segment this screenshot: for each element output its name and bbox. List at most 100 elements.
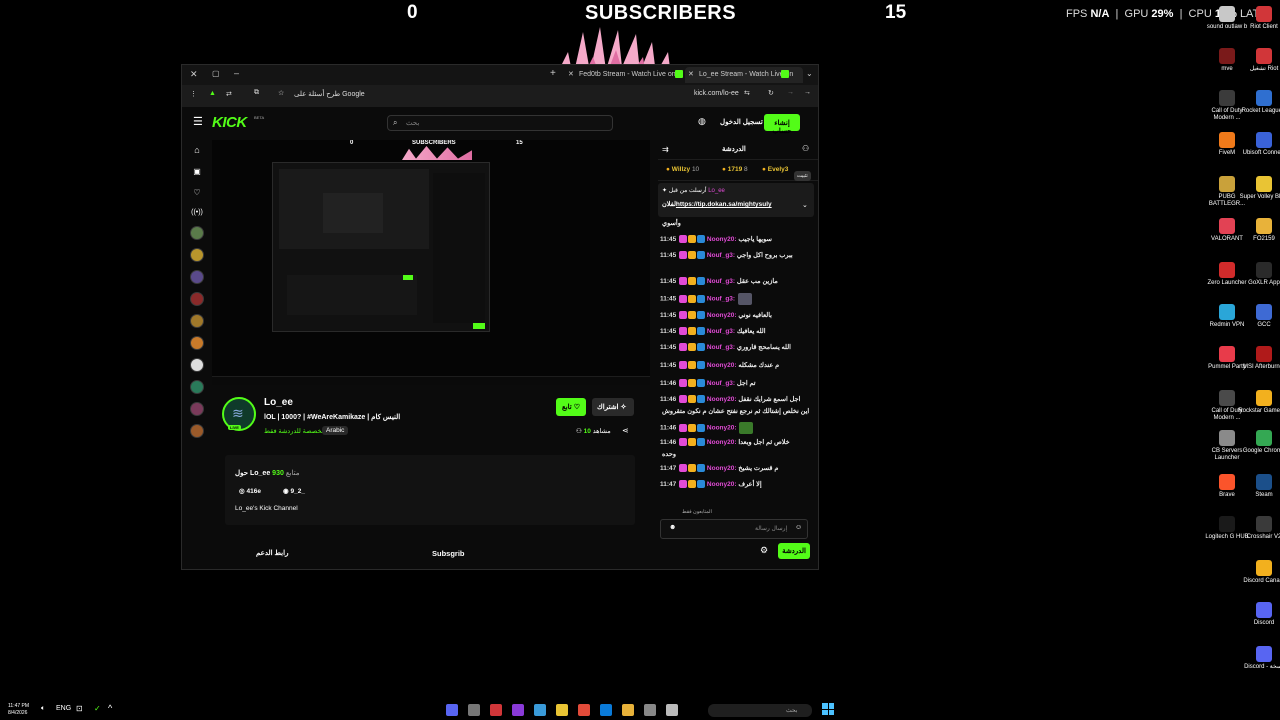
desktop-icon[interactable]: تشغيل Riot	[1238, 48, 1280, 73]
chat-message[interactable]: 11:45 Noony20: م عندك مشكله	[660, 361, 779, 370]
message-user[interactable]: Noony20:	[707, 481, 737, 488]
gifter-entry[interactable]: ● 1719 8	[722, 166, 748, 173]
subscribe-button[interactable]: اشتراك ✧	[592, 398, 634, 416]
pinned-message[interactable]: ✦ أرسلت من قبل Lo_ee لفلانhttps://tip.do…	[658, 171, 814, 217]
forward-icon[interactable]: →	[787, 89, 794, 96]
chat-message[interactable]: 11:46 Noony20:	[660, 422, 754, 434]
extensions-icon[interactable]: ⇄	[226, 90, 232, 98]
chat-users-icon[interactable]: ⚇	[802, 144, 809, 153]
chat-message[interactable]: 11:45 Nouf_g3: مازين مب عقل	[660, 277, 778, 286]
tab-1[interactable]: ✕ Fed0tb Stream - Watch Live on	[565, 68, 683, 82]
video-player[interactable]: 0 SUBSCRIBERS 15	[212, 140, 650, 385]
chat-message[interactable]: وأسوي	[660, 219, 681, 227]
avatar[interactable]	[190, 292, 204, 306]
avatar[interactable]	[190, 270, 204, 284]
desktop-icon[interactable]: MSI Afterburner	[1238, 346, 1280, 371]
gifter-entry[interactable]: ● Evely3	[762, 166, 788, 173]
kick-ext-icon[interactable]: ▲	[209, 90, 216, 97]
app-icon[interactable]	[666, 704, 678, 716]
app-icon[interactable]	[534, 704, 546, 716]
category-link[interactable]: مخصصة للدردشة فقط	[264, 427, 325, 435]
chat-message[interactable]: وحده	[660, 450, 676, 458]
tab-2-active[interactable]: ✕ Lo_ee Stream - Watch Live on	[685, 67, 803, 83]
emoji-icon[interactable]: ☻	[669, 524, 676, 531]
chat-message[interactable]: 11:47 Noony20: إلا أعرف	[660, 480, 762, 489]
chat-message[interactable]: 11:45 Noony20: بالعافيه نوني	[660, 311, 772, 320]
discord-icon[interactable]	[446, 704, 458, 716]
google-ask-button[interactable]: طرح أسئلة على Google	[294, 90, 365, 98]
taskbar-search[interactable]: بحث	[708, 704, 812, 717]
search-input[interactable]: ⌕ بحث	[387, 115, 613, 131]
globe-icon[interactable]: ◍	[698, 116, 706, 127]
message-user[interactable]: Nouf_g3:	[707, 296, 735, 303]
copy-icon[interactable]: ⧉	[254, 89, 259, 97]
chat-settings-gear-icon[interactable]: ⚙	[760, 545, 768, 556]
emote-icon[interactable]: ☺	[795, 524, 802, 531]
new-tab-icon[interactable]: +	[550, 68, 556, 79]
following-icon[interactable]: ♡	[186, 188, 208, 197]
bookmark-star-icon[interactable]: ☆	[278, 89, 284, 97]
avatar[interactable]	[190, 248, 204, 262]
message-user[interactable]: Noony20:	[707, 312, 737, 319]
avatar[interactable]	[190, 402, 204, 416]
message-user[interactable]: Nouf_g3:	[707, 278, 735, 285]
network-icon[interactable]: ⊡	[76, 704, 83, 713]
chat-message[interactable]: 11:46 Nouf_g3: تم اجل	[660, 379, 756, 388]
tune-icon[interactable]: ⇆	[744, 89, 750, 97]
chat-message[interactable]: 11:45 Nouf_g3: ببرب بروح اكل واجي	[660, 251, 793, 260]
home-icon[interactable]: ⌂	[186, 145, 208, 155]
chat-message[interactable]: 11:46 Noony20: اجل اسمع شرايك نقفل	[660, 395, 800, 404]
desktop-icon[interactable]: Google Chrome	[1238, 430, 1280, 455]
desktop-icon[interactable]: GoXLR App	[1238, 262, 1280, 287]
url-field[interactable]: kick.com/lo-ee	[694, 90, 739, 97]
app-icon[interactable]	[512, 704, 524, 716]
desktop-icon[interactable]: FO2159	[1238, 218, 1280, 243]
message-user[interactable]: Nouf_g3:	[707, 328, 735, 335]
folder-icon[interactable]	[622, 704, 634, 716]
message-user[interactable]: Noony20:	[707, 425, 737, 432]
desktop-icon[interactable]: Discord	[1238, 602, 1280, 627]
follow-button[interactable]: تابع ♡	[556, 398, 586, 416]
chevron-down-icon[interactable]: ⌄	[802, 201, 808, 209]
subsgrib-panel[interactable]: Subsgrib	[432, 549, 465, 558]
message-user[interactable]: Noony20:	[707, 362, 737, 369]
channel-name[interactable]: Lo_ee	[264, 397, 293, 408]
message-user[interactable]: Nouf_g3:	[707, 380, 735, 387]
support-link-panel[interactable]: رابط الدعم	[256, 549, 288, 557]
tray-chevron-icon[interactable]: ^	[108, 703, 112, 713]
app-icon[interactable]	[556, 704, 568, 716]
chat-message[interactable]: 11:45 Nouf_g3: الله يعافيك	[660, 327, 766, 336]
message-user[interactable]: Noony20:	[707, 236, 737, 243]
desktop-icon[interactable]: Riot Client	[1238, 6, 1280, 31]
menu-dots-icon[interactable]: ⋮	[190, 90, 197, 98]
desktop-icon[interactable]: Discord Canary	[1238, 560, 1280, 585]
avatar[interactable]	[190, 380, 204, 394]
maximize-icon[interactable]: ▢	[212, 69, 220, 78]
minimize-icon[interactable]: –	[234, 68, 239, 78]
back-icon[interactable]: →	[804, 89, 811, 96]
desktop-icon[interactable]: Steam	[1238, 474, 1280, 499]
live-radio-icon[interactable]: ((•))	[186, 209, 208, 216]
instagram-link[interactable]: ◎ 416e	[239, 487, 261, 495]
language-tag[interactable]: Arabic	[322, 426, 349, 435]
clock[interactable]: 11:47 PM 8/4/2026	[8, 703, 29, 717]
chat-message[interactable]: 11:45 Nouf_g3: الله يسامحج قاروري	[660, 343, 791, 352]
desktop-icon[interactable]: Ubisoft Connect	[1238, 132, 1280, 157]
avatar[interactable]	[190, 314, 204, 328]
discord-link[interactable]: ◉ 9_2_	[283, 487, 305, 495]
collapse-chat-icon[interactable]: ⇉	[662, 145, 669, 154]
chrome-icon[interactable]	[578, 704, 590, 716]
desktop-icon[interactable]: Crosshair V2	[1238, 516, 1280, 541]
close-window-icon[interactable]: ✕	[190, 69, 198, 80]
chat-input[interactable]: ☻ إرسال رسالة ☺	[660, 519, 808, 539]
message-user[interactable]: Noony20:	[707, 465, 737, 472]
settings-icon[interactable]	[644, 704, 656, 716]
tray-icon[interactable]: ✓	[94, 704, 101, 713]
close-tab-icon[interactable]: ✕	[688, 70, 694, 78]
browse-icon[interactable]: ▣	[186, 167, 208, 176]
desktop-icon[interactable]: GCC	[1238, 304, 1280, 329]
edge-icon[interactable]	[600, 704, 612, 716]
kick-logo[interactable]: KICK	[212, 114, 247, 131]
chat-message[interactable]: 11:45 Noony20: سويها ياجيب	[660, 235, 772, 244]
chat-message[interactable]: 11:46 Noony20: خلاص ثم اجل وبعدا	[660, 438, 790, 447]
